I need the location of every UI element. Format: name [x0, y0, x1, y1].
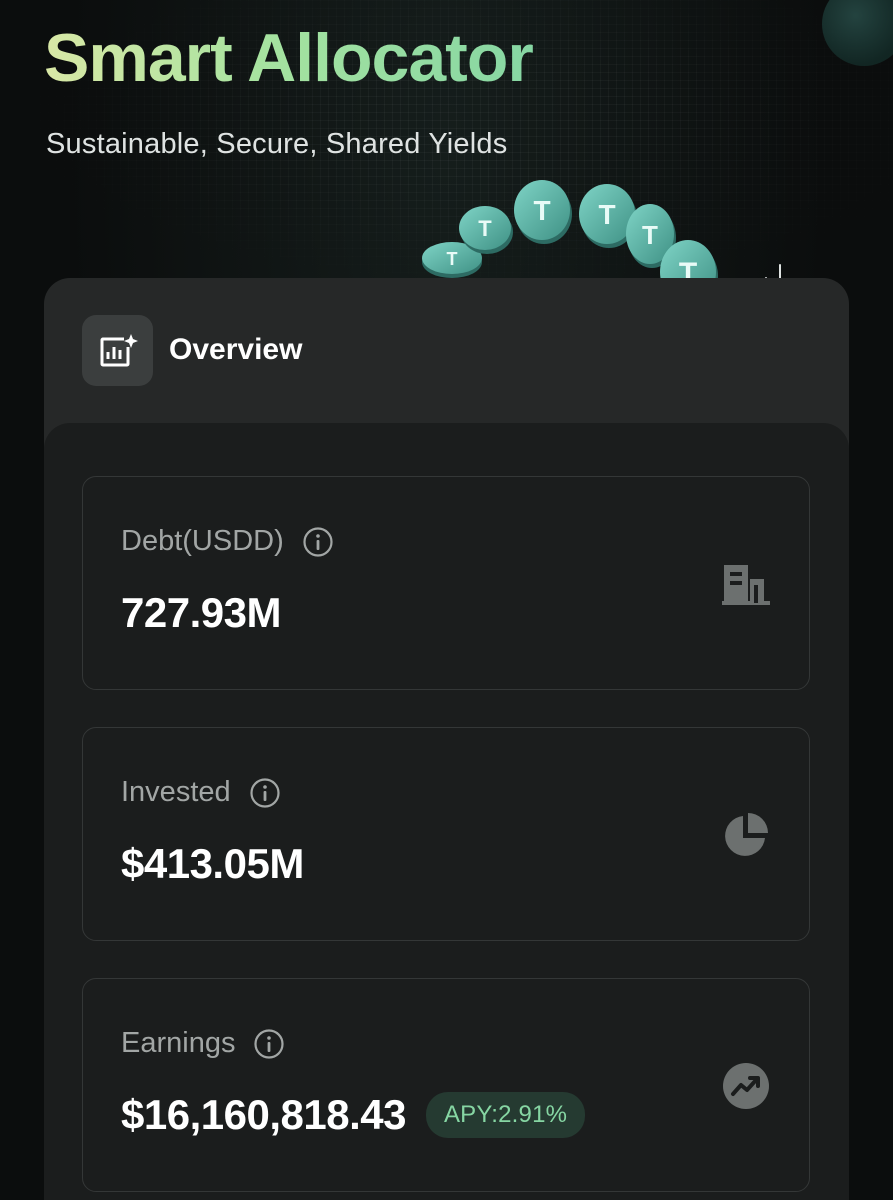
apy-badge: APY:2.91% — [425, 1092, 586, 1138]
debt-stat-card: Debt(USDD) 727.93M — [82, 476, 810, 690]
page-subtitle: Sustainable, Secure, Shared Yields — [46, 128, 508, 160]
invested-value: $413.05M — [121, 840, 304, 887]
earnings-label: Earnings — [121, 1027, 236, 1059]
info-icon[interactable] — [249, 777, 281, 809]
stats-panel: Debt(USDD) 727.93M Invested $413.05M Ear… — [44, 423, 849, 1200]
svg-text:T: T — [642, 220, 658, 250]
overview-heading: Overview — [169, 333, 303, 366]
overview-icon-container — [82, 315, 153, 386]
overview-card: Overview Debt(USDD) 727.93M Invested $41… — [44, 278, 849, 1200]
svg-text:T: T — [447, 249, 458, 269]
smart-allocator-page: Smart Allocator Sustainable, Secure, Sha… — [0, 0, 893, 1200]
earnings-label-row: Earnings — [121, 1027, 285, 1060]
debt-label-row: Debt(USDD) — [121, 525, 334, 558]
info-icon[interactable] — [253, 1028, 285, 1060]
pie-chart-icon — [725, 813, 768, 856]
svg-text:T: T — [478, 216, 492, 241]
earnings-value: $16,160,818.43 — [121, 1091, 406, 1138]
invested-stat-card: Invested $413.05M — [82, 727, 810, 941]
invested-label-row: Invested — [121, 776, 281, 809]
svg-text:T: T — [533, 195, 550, 226]
earnings-value-row: $16,160,818.43 APY:2.91% — [121, 1091, 586, 1139]
building-icon — [722, 565, 770, 605]
trend-up-icon — [723, 1063, 769, 1109]
debt-value: 727.93M — [121, 589, 281, 636]
earnings-stat-card: Earnings $16,160,818.43 APY:2.91% — [82, 978, 810, 1192]
coin-3: T — [514, 180, 572, 244]
svg-text:T: T — [598, 199, 615, 230]
page-title: Smart Allocator — [44, 20, 534, 96]
chart-sparkle-icon — [100, 332, 138, 366]
invested-label: Invested — [121, 776, 231, 808]
debt-label: Debt(USDD) — [121, 525, 284, 557]
info-icon[interactable] — [302, 526, 334, 558]
